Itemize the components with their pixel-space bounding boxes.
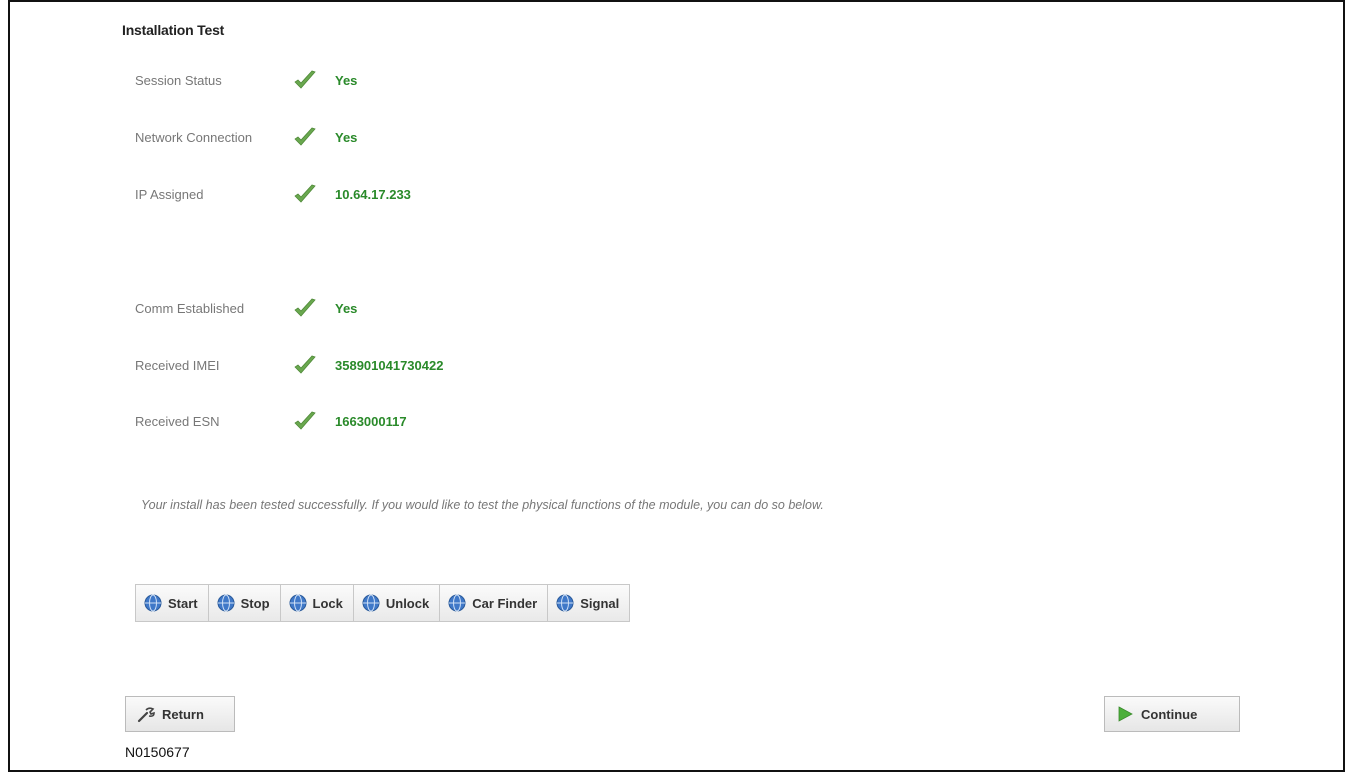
globe-icon <box>556 594 574 612</box>
start-button-label: Start <box>168 595 198 611</box>
globe-icon <box>362 594 380 612</box>
check-row-received-imei: Received IMEI 358901041730422 <box>135 354 735 378</box>
checkmark-icon <box>294 184 316 203</box>
success-message: Your install has been tested successfull… <box>141 498 824 512</box>
stop-button[interactable]: Stop <box>208 585 281 621</box>
globe-icon <box>217 594 235 612</box>
globe-icon <box>144 594 162 612</box>
continue-button[interactable]: Continue <box>1104 696 1240 732</box>
globe-icon <box>289 594 307 612</box>
check-label: IP Assigned <box>135 187 204 202</box>
wrench-icon <box>137 707 155 723</box>
check-row-ip-assigned: IP Assigned 10.64.17.233 <box>135 183 735 207</box>
car-finder-button-label: Car Finder <box>472 595 538 611</box>
unlock-button-label: Unlock <box>385 595 430 611</box>
signal-button-label: Signal <box>580 595 620 611</box>
continue-button-label: Continue <box>1141 706 1198 722</box>
check-row-session-status: Session Status Yes <box>135 69 735 93</box>
checkmark-icon <box>294 127 316 146</box>
page-frame: Installation Test Session Status Yes Net… <box>8 0 1345 772</box>
page-title: Installation Test <box>122 22 225 38</box>
check-label: Comm Established <box>135 301 245 316</box>
function-button-bar: Start Stop Lock Unlock Car Finder Signal <box>135 584 631 622</box>
check-value: Yes <box>335 73 358 88</box>
return-button-label: Return <box>162 706 204 722</box>
check-label: Received ESN <box>135 414 220 429</box>
car-finder-button[interactable]: Car Finder <box>440 585 549 621</box>
start-button[interactable]: Start <box>136 585 209 621</box>
check-value: Yes <box>335 130 358 145</box>
check-row-comm-established: Comm Established Yes <box>135 297 735 321</box>
check-value: Yes <box>335 301 358 316</box>
checkmark-icon <box>294 411 316 430</box>
unlock-button[interactable]: Unlock <box>353 585 441 621</box>
document-id: N0150677 <box>125 744 190 760</box>
globe-icon <box>448 594 466 612</box>
return-button[interactable]: Return <box>125 696 235 732</box>
lock-button-label: Lock <box>312 595 343 611</box>
check-value: 10.64.17.233 <box>335 187 411 202</box>
lock-button[interactable]: Lock <box>280 585 354 621</box>
check-value: 1663000117 <box>335 414 407 429</box>
stop-button-label: Stop <box>240 595 270 611</box>
play-arrow-icon <box>1118 706 1133 722</box>
checkmark-icon <box>294 298 316 317</box>
check-label: Network Connection <box>135 130 253 145</box>
check-label: Session Status <box>135 73 222 88</box>
check-label: Received IMEI <box>135 358 220 373</box>
checkmark-icon <box>294 355 316 374</box>
checkmark-icon <box>294 70 316 89</box>
check-value: 358901041730422 <box>335 358 444 373</box>
check-row-network-connection: Network Connection Yes <box>135 126 735 150</box>
signal-button[interactable]: Signal <box>548 585 630 621</box>
check-row-received-esn: Received ESN 1663000117 <box>135 410 735 434</box>
